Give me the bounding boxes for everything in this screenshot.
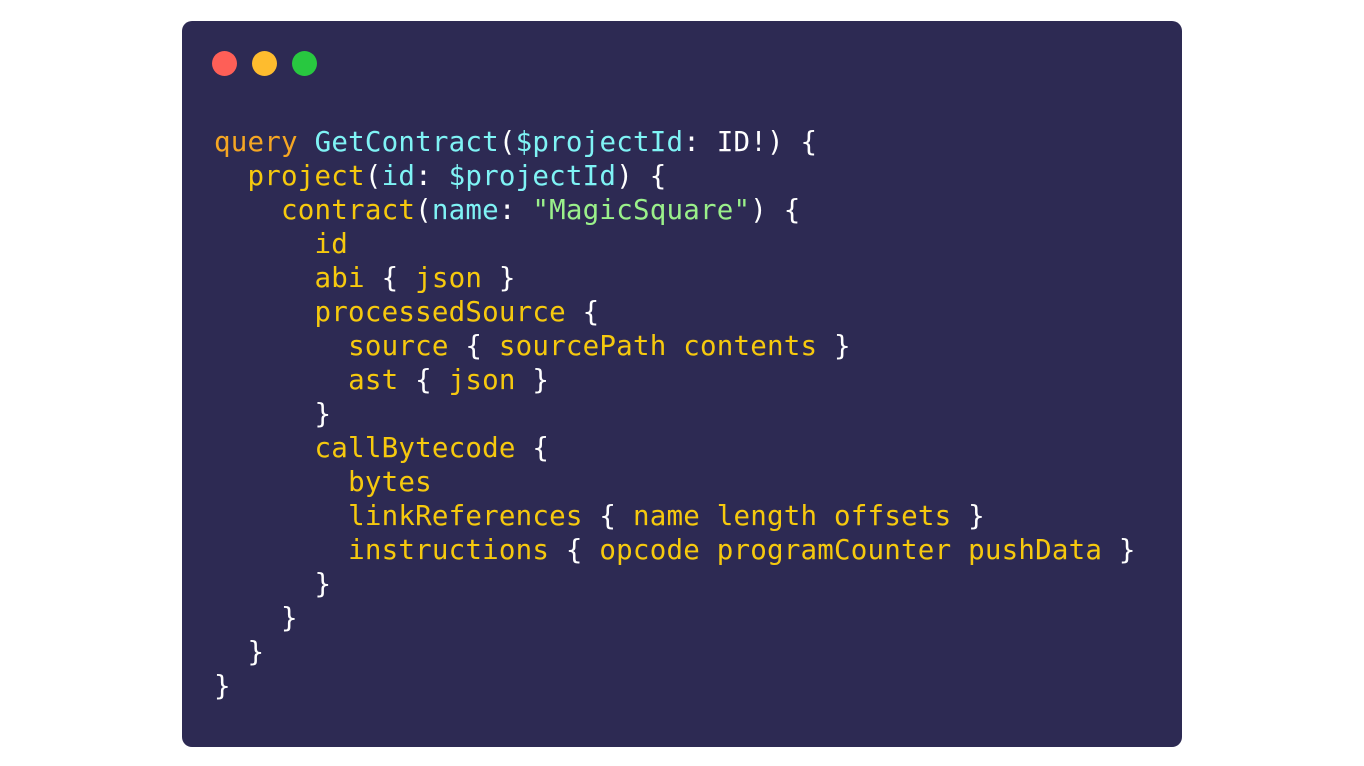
code-token-variable: $projectId xyxy=(448,160,617,192)
code-token-punct: { xyxy=(448,330,499,362)
code-token-punct: ( xyxy=(498,126,516,158)
code-token-punct xyxy=(214,330,348,362)
code-token-punct: ( xyxy=(364,160,382,192)
code-token-punct xyxy=(298,126,315,158)
code-token-punct xyxy=(817,500,834,532)
code-block: query GetContract($projectId: ID!) { pro… xyxy=(214,125,1136,703)
code-token-field: linkReferences xyxy=(348,500,583,532)
code-token-field: bytes xyxy=(348,466,432,498)
code-token-field: name xyxy=(632,500,700,532)
code-token-field: length xyxy=(716,500,818,532)
code-token-punct xyxy=(214,466,348,498)
code-token-punct: } xyxy=(1102,534,1136,566)
code-token-punct: : xyxy=(415,160,449,192)
code-line: abi { json } xyxy=(214,261,1136,295)
code-line: callBytecode { xyxy=(214,431,1136,465)
code-token-punct xyxy=(214,194,281,226)
code-line: linkReferences { name length offsets } xyxy=(214,499,1136,533)
code-token-field: offsets xyxy=(834,500,952,532)
code-line: bytes xyxy=(214,465,1136,499)
code-token-field: processedSource xyxy=(314,296,566,328)
code-token-punct xyxy=(666,330,683,362)
code-token-field: pushData xyxy=(968,534,1103,566)
code-token-punct: ) { xyxy=(616,160,667,192)
code-line: query GetContract($projectId: ID!) { xyxy=(214,125,1136,159)
code-line: project(id: $projectId) { xyxy=(214,159,1136,193)
code-window: query GetContract($projectId: ID!) { pro… xyxy=(182,21,1182,747)
code-token-field: contents xyxy=(683,330,818,362)
close-button[interactable] xyxy=(212,51,237,76)
code-token-field: abi xyxy=(314,262,365,294)
code-token-punct: } xyxy=(817,330,851,362)
code-token-field: source xyxy=(348,330,449,362)
code-token-punct: } xyxy=(214,568,332,600)
code-line: id xyxy=(214,227,1136,261)
code-token-punct: { xyxy=(515,432,550,464)
code-token-punct: } xyxy=(951,500,985,532)
code-token-field: sourcePath xyxy=(498,330,667,362)
code-token-field: opcode xyxy=(599,534,700,566)
code-token-punct: ) { xyxy=(750,194,801,226)
code-line: } xyxy=(214,601,1136,635)
code-token-punct: } xyxy=(214,602,298,634)
code-token-argument: name xyxy=(431,194,499,226)
code-token-punct: } xyxy=(214,636,265,668)
code-token-punct xyxy=(214,296,315,328)
code-token-field: contract xyxy=(281,194,416,226)
code-line: processedSource { xyxy=(214,295,1136,329)
code-token-punct: { xyxy=(364,262,416,294)
code-line: contract(name: "MagicSquare") { xyxy=(214,193,1136,227)
code-token-punct: { xyxy=(398,364,449,396)
code-token-field: callBytecode xyxy=(314,432,516,464)
code-token-punct xyxy=(214,364,348,396)
code-token-punct: ( xyxy=(415,194,432,226)
code-token-field: json xyxy=(448,364,516,396)
code-line: } xyxy=(214,567,1136,601)
code-token-field: project xyxy=(247,160,365,192)
code-token-punct xyxy=(214,432,315,464)
code-token-operation: GetContract xyxy=(314,126,499,158)
code-token-variable: $projectId xyxy=(515,126,684,158)
code-token-punct xyxy=(700,534,717,566)
code-token-field: instructions xyxy=(348,534,550,566)
code-token-punct: : xyxy=(498,194,533,226)
code-token-punct: } xyxy=(214,398,332,430)
zoom-button[interactable] xyxy=(292,51,317,76)
code-token-punct: { xyxy=(582,500,633,532)
code-token-punct xyxy=(214,500,348,532)
code-token-punct xyxy=(214,160,248,192)
code-line: } xyxy=(214,397,1136,431)
code-token-punct: } xyxy=(214,670,231,702)
code-token-argument: id xyxy=(381,160,416,192)
code-token-punct xyxy=(951,534,968,566)
code-token-punct: } xyxy=(482,262,516,294)
code-token-punct: { xyxy=(549,534,600,566)
code-token-string: "MagicSquare" xyxy=(532,194,751,226)
code-token-punct xyxy=(214,228,315,260)
code-token-punct: : ID!) { xyxy=(683,126,818,158)
window-controls xyxy=(212,51,317,76)
code-line: ast { json } xyxy=(214,363,1136,397)
code-token-punct: { xyxy=(565,296,600,328)
code-token-punct xyxy=(214,534,348,566)
code-token-field: ast xyxy=(348,364,399,396)
code-token-field: json xyxy=(415,262,483,294)
code-line: } xyxy=(214,635,1136,669)
code-token-punct xyxy=(214,262,315,294)
code-token-field: programCounter xyxy=(716,534,952,566)
code-token-punct: } xyxy=(515,364,550,396)
code-line: instructions { opcode programCounter pus… xyxy=(214,533,1136,567)
code-token-punct xyxy=(700,500,717,532)
code-line: source { sourcePath contents } xyxy=(214,329,1136,363)
minimize-button[interactable] xyxy=(252,51,277,76)
code-token-field: id xyxy=(314,228,349,260)
code-token-keyword: query xyxy=(214,126,298,158)
code-line: } xyxy=(214,669,1136,703)
